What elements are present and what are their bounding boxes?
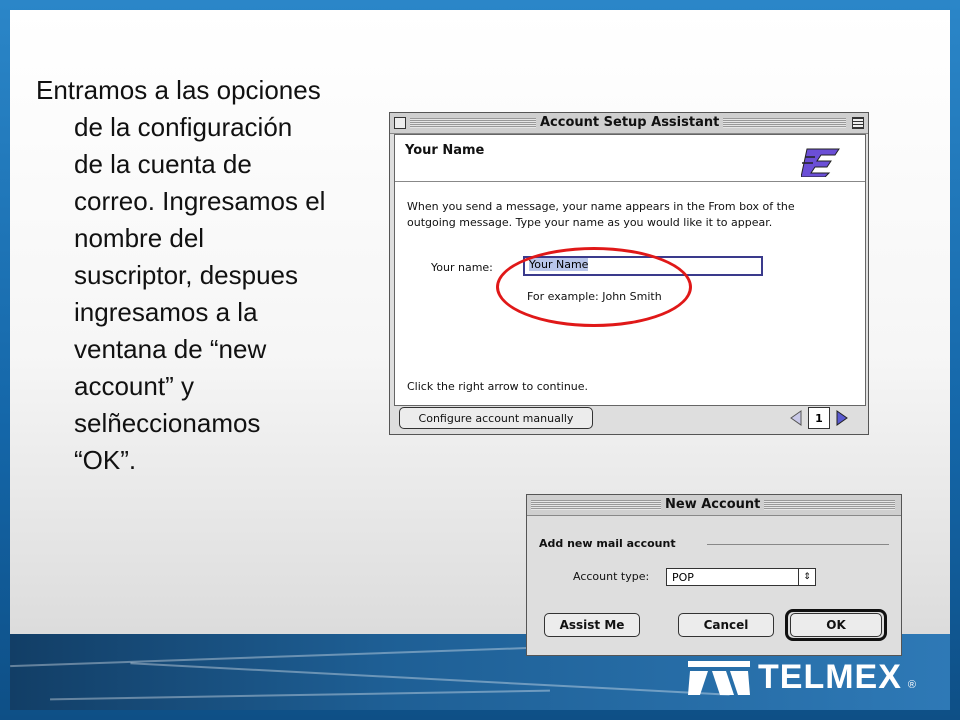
dialog-titlebar: New Account <box>527 495 901 516</box>
description-text: When you send a message, your name appea… <box>407 199 827 231</box>
highlight-ellipse <box>496 247 692 327</box>
description-line-1: When you send a message, your name appea… <box>407 200 795 213</box>
telmex-wordmark: TELMEX <box>758 658 902 696</box>
telmex-logo: TELMEX ® <box>686 658 916 697</box>
window-title: Account Setup Assistant <box>536 115 724 130</box>
next-arrow-icon[interactable] <box>832 407 852 429</box>
name-label: Your name: <box>431 261 493 274</box>
registered-mark: ® <box>907 679 917 691</box>
outlook-express-logo-icon <box>801 148 840 177</box>
continue-hint: Click the right arrow to continue. <box>407 380 589 393</box>
heading-divider <box>395 181 865 182</box>
section-label: Add new mail account <box>539 537 676 550</box>
telmex-emblem-icon <box>688 660 750 695</box>
assistant-content: Your Name When you send a message, your … <box>394 134 866 406</box>
slide-paragraph: Entramos a las opciones de la configurac… <box>36 75 326 475</box>
slide-body-text: Entramos a las opciones de la configurac… <box>36 72 326 479</box>
cancel-button[interactable]: Cancel <box>678 613 774 637</box>
account-setup-assistant-window: Account Setup Assistant Your Name When y… <box>389 112 869 435</box>
ok-button[interactable]: OK <box>790 613 882 637</box>
titlebar: Account Setup Assistant <box>390 113 868 134</box>
configure-manually-button[interactable]: Configure account manually <box>399 407 593 429</box>
select-arrows-icon: ⇕ <box>798 569 815 585</box>
collapse-box-icon[interactable] <box>852 117 864 129</box>
account-type-select[interactable]: POP ⇕ <box>666 568 816 586</box>
assist-me-button[interactable]: Assist Me <box>544 613 640 637</box>
dialog-title: New Account <box>661 497 765 512</box>
new-account-dialog: New Account Add new mail account Account… <box>526 494 902 656</box>
previous-arrow-icon[interactable] <box>786 407 806 429</box>
page-navigation: 1 <box>786 407 852 429</box>
step-heading: Your Name <box>405 143 485 158</box>
account-type-label: Account type: <box>573 570 650 583</box>
close-box-icon[interactable] <box>394 117 406 129</box>
page-number: 1 <box>808 407 830 429</box>
account-type-value: POP <box>672 570 694 584</box>
description-line-2: outgoing message. Type your name as you … <box>407 216 773 229</box>
section-divider <box>707 544 889 545</box>
